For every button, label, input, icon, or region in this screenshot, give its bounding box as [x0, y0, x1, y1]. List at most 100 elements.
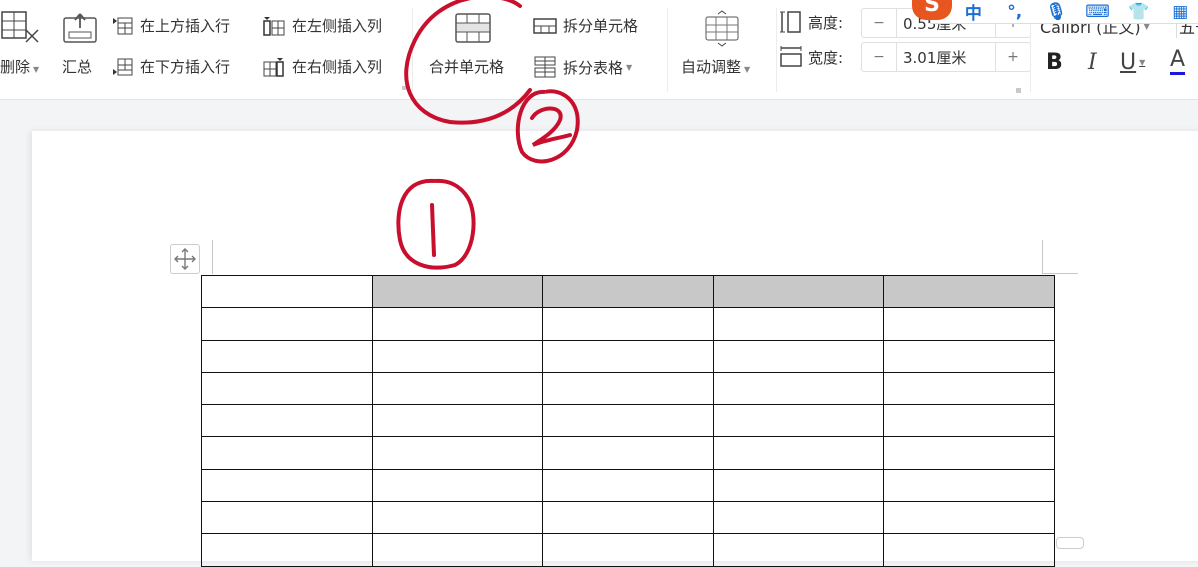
- table-cell[interactable]: [883, 533, 1055, 567]
- height-decrease-button[interactable]: −: [862, 9, 896, 37]
- table-cell[interactable]: [371, 404, 543, 438]
- delete-button[interactable]: [0, 10, 40, 44]
- col-width-control: 宽度:: [780, 46, 843, 68]
- table-cell[interactable]: [542, 533, 714, 567]
- font-color-button[interactable]: A: [1170, 48, 1186, 75]
- table-cell[interactable]: [542, 404, 714, 438]
- table-cell[interactable]: [371, 274, 543, 309]
- table-cell[interactable]: [371, 533, 543, 567]
- separator: [412, 8, 413, 92]
- split-table-button[interactable]: 拆分表格 ▼: [533, 56, 632, 78]
- bold-button[interactable]: B: [1046, 50, 1063, 75]
- mic-icon[interactable]: 🎙: [1035, 2, 1076, 22]
- table-cell[interactable]: [542, 371, 714, 406]
- table-cell[interactable]: [371, 436, 543, 470]
- table-cell[interactable]: [371, 371, 543, 406]
- table-cell[interactable]: [883, 501, 1055, 535]
- table-cell[interactable]: [201, 468, 373, 503]
- table-cell[interactable]: [712, 468, 884, 503]
- table-cell[interactable]: [712, 307, 884, 341]
- insert-col-right-label: 在右侧插入列: [292, 58, 383, 76]
- width-decrease-button[interactable]: −: [862, 43, 896, 71]
- table-cell[interactable]: [883, 339, 1055, 373]
- insert-row-below-button[interactable]: 在下方插入行: [112, 56, 230, 77]
- table-cell[interactable]: [712, 274, 884, 309]
- sogou-logo[interactable]: S: [912, 0, 952, 20]
- table-cell[interactable]: [201, 339, 373, 373]
- auto-fit-button[interactable]: [704, 10, 740, 48]
- table-cell[interactable]: [712, 339, 884, 373]
- margin-mark: [1042, 273, 1078, 274]
- skin-icon[interactable]: 👕: [1118, 2, 1159, 22]
- table-cell[interactable]: [883, 468, 1055, 503]
- insert-col-right-button[interactable]: 在右侧插入列: [262, 56, 382, 77]
- table-cell[interactable]: [883, 436, 1055, 470]
- split-cells-icon: [533, 17, 557, 34]
- table-row: [201, 501, 1055, 535]
- width-stepper[interactable]: − 3.01厘米 +: [861, 42, 1031, 72]
- separator: [776, 8, 777, 92]
- table-cell[interactable]: [883, 404, 1055, 438]
- table-row: [201, 274, 1055, 309]
- table-cell[interactable]: [542, 339, 714, 373]
- width-increase-button[interactable]: +: [996, 43, 1030, 71]
- table-cell[interactable]: [371, 339, 543, 373]
- table-cell[interactable]: [712, 404, 884, 438]
- table-cell[interactable]: [712, 436, 884, 470]
- table-cell[interactable]: [883, 307, 1055, 341]
- table-cell[interactable]: [712, 533, 884, 567]
- table-cell[interactable]: [371, 501, 543, 535]
- delete-label[interactable]: 删除 ▼: [0, 56, 39, 77]
- split-table-icon: [534, 56, 556, 78]
- row-height-control: 高度:: [780, 10, 843, 34]
- insert-col-right-icon: [263, 57, 284, 77]
- auto-fit-label[interactable]: 自动调整 ▼: [681, 56, 750, 77]
- table-cell[interactable]: [371, 307, 543, 341]
- table-cell[interactable]: [542, 274, 714, 309]
- insert-row-above-icon: [113, 17, 133, 34]
- table-cell[interactable]: [201, 274, 373, 309]
- table-cell[interactable]: [201, 371, 373, 406]
- table-cell[interactable]: [201, 404, 373, 438]
- table-cell[interactable]: [201, 533, 373, 567]
- dialog-launcher[interactable]: [402, 86, 406, 90]
- insert-row-above-button[interactable]: 在上方插入行: [112, 15, 230, 36]
- table-resize-handle[interactable]: [1056, 537, 1084, 549]
- summary-button[interactable]: [62, 10, 98, 44]
- insert-row-above-label: 在上方插入行: [140, 17, 231, 35]
- apps-icon[interactable]: ▦: [1160, 2, 1198, 22]
- italic-button[interactable]: I: [1088, 50, 1097, 75]
- ime-punct-toggle[interactable]: °,: [994, 2, 1035, 22]
- keyboard-icon[interactable]: ⌨: [1077, 2, 1118, 22]
- underline-button[interactable]: U ▼: [1120, 50, 1145, 75]
- table-cell[interactable]: [712, 371, 884, 406]
- table-cell[interactable]: [201, 436, 373, 470]
- insert-col-left-button[interactable]: 在左侧插入列: [262, 15, 382, 36]
- merge-cells-label[interactable]: 合并单元格: [429, 56, 504, 77]
- table-cell[interactable]: [371, 468, 543, 503]
- merge-cells-button[interactable]: [455, 12, 491, 44]
- table-cell[interactable]: [542, 468, 714, 503]
- table-cell[interactable]: [201, 501, 373, 535]
- table-cell[interactable]: [542, 501, 714, 535]
- auto-fit-icon: [705, 10, 739, 47]
- table-cell[interactable]: [712, 501, 884, 535]
- margin-mark: [1042, 240, 1043, 274]
- table-move-handle[interactable]: [170, 244, 200, 274]
- width-input[interactable]: 3.01厘米: [896, 43, 996, 71]
- ime-toolbar: 中 °, 🎙 ⌨ 👕 ▦: [930, 0, 1198, 24]
- move-icon: [174, 248, 196, 270]
- table-cell[interactable]: [542, 307, 714, 341]
- table-cell[interactable]: [542, 436, 714, 470]
- height-label: 高度:: [808, 13, 844, 32]
- document-table[interactable]: [201, 274, 1055, 567]
- split-cells-button[interactable]: 拆分单元格: [533, 15, 638, 36]
- table-cell[interactable]: [883, 371, 1055, 406]
- table-cell[interactable]: [201, 307, 373, 341]
- ime-mode-toggle[interactable]: 中: [953, 0, 994, 24]
- table-row: [201, 468, 1055, 503]
- summary-label[interactable]: 汇总: [62, 56, 92, 77]
- summary-icon: [63, 13, 97, 43]
- dialog-launcher[interactable]: [1016, 88, 1021, 93]
- table-cell[interactable]: [883, 274, 1055, 309]
